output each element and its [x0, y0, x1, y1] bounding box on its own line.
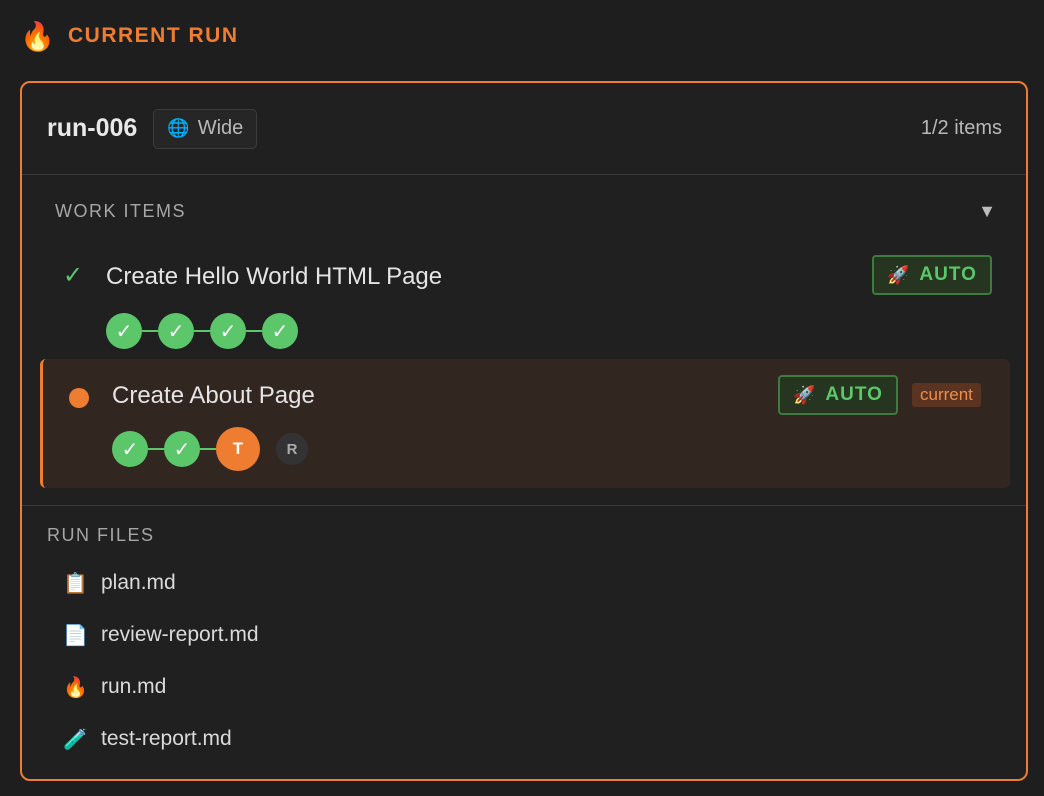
fire-icon: 🔥 [20, 20, 55, 52]
current-run-header: 🔥 CURRENT RUN [20, 20, 239, 52]
auto-mode-label: AUTO [825, 384, 883, 405]
file-item-run[interactable]: 🔥 run.md [63, 672, 166, 702]
stage-progress: ✓ ✓ ✓ ✓ [106, 313, 298, 349]
scope-badge: 🌐 Wide [153, 108, 258, 149]
divider [22, 505, 1026, 506]
auto-mode-badge[interactable]: 🚀 AUTO [778, 375, 898, 415]
current-badge: current [912, 383, 981, 407]
stage-complete-icon: ✓ [164, 431, 200, 467]
work-item-title: Create Hello World HTML Page [106, 263, 443, 290]
test-tube-icon: 🧪 [63, 728, 88, 751]
section-title: CURRENT RUN [68, 24, 239, 47]
file-name: review-report.md [101, 623, 259, 646]
run-id: run-006 [47, 114, 138, 142]
stage-pending-marker: R [276, 433, 308, 465]
auto-mode-badge[interactable]: 🚀 AUTO [872, 255, 992, 295]
document-icon: 📄 [63, 624, 88, 647]
run-header: run-006 🌐 Wide 1/2 items [22, 83, 1026, 175]
stage-complete-icon: ✓ [106, 313, 142, 349]
stage-complete-icon: ✓ [210, 313, 246, 349]
stage-complete-icon: ✓ [112, 431, 148, 467]
clipboard-icon: 📋 [63, 572, 88, 595]
work-item[interactable]: ✓ Create Hello World HTML Page 🚀 AUTO ✓ … [40, 248, 1010, 351]
rocket-icon: 🚀 [793, 384, 816, 405]
globe-icon: 🌐 [167, 118, 190, 138]
work-items-label: WORK ITEMS [55, 200, 186, 221]
work-items-header[interactable]: WORK ITEMS ▼ [22, 175, 1026, 247]
checkmark-icon: ✓ [63, 262, 84, 289]
rocket-icon: 🚀 [887, 264, 910, 285]
work-item-title: Create About Page [112, 382, 315, 409]
file-item-plan[interactable]: 📋 plan.md [63, 568, 176, 598]
file-name: plan.md [101, 571, 176, 594]
stage-current-marker: T [216, 427, 260, 471]
file-name: test-report.md [101, 727, 232, 750]
stage-complete-icon: ✓ [158, 313, 194, 349]
in-progress-dot-icon [69, 388, 89, 408]
fire-icon: 🔥 [63, 676, 88, 699]
stage-connector [148, 448, 164, 450]
run-card: run-006 🌐 Wide 1/2 items WORK ITEMS ▼ ✓ … [20, 81, 1028, 781]
items-count: 1/2 items [920, 117, 1002, 139]
stage-progress: ✓ ✓ T R [112, 427, 308, 471]
collapse-toggle-icon[interactable]: ▼ [978, 201, 996, 222]
stage-complete-icon: ✓ [262, 313, 298, 349]
auto-mode-label: AUTO [919, 264, 977, 285]
work-item-current[interactable]: Create About Page 🚀 AUTO current ✓ ✓ T R [40, 359, 1010, 488]
stage-connector [142, 330, 158, 332]
stage-connector [200, 448, 216, 450]
scope-label: Wide [197, 117, 244, 139]
file-item-test-report[interactable]: 🧪 test-report.md [63, 724, 232, 754]
stage-connector [246, 330, 262, 332]
file-name: run.md [101, 675, 167, 698]
run-files-label: RUN FILES [47, 525, 155, 545]
file-item-review-report[interactable]: 📄 review-report.md [63, 620, 259, 650]
stage-connector [194, 330, 210, 332]
